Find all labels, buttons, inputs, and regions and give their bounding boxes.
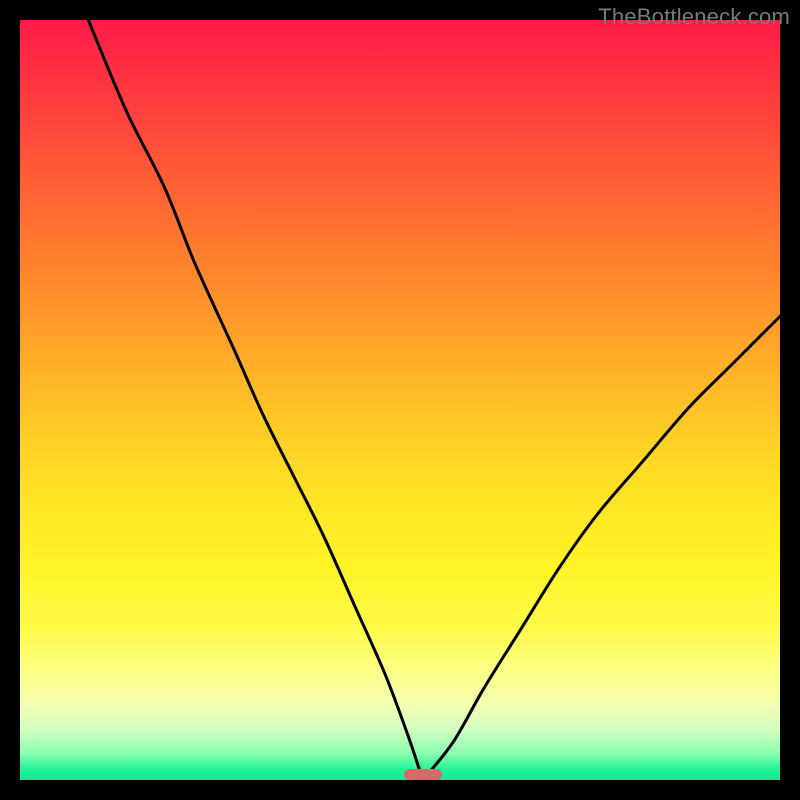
- chart-frame: TheBottleneck.com: [0, 0, 800, 800]
- plot-area: [20, 20, 780, 780]
- curve-left-branch: [88, 20, 422, 780]
- watermark-text: TheBottleneck.com: [598, 4, 790, 30]
- bottleneck-curve: [20, 20, 780, 780]
- curve-right-branch: [423, 316, 780, 780]
- optimum-marker: [404, 769, 442, 780]
